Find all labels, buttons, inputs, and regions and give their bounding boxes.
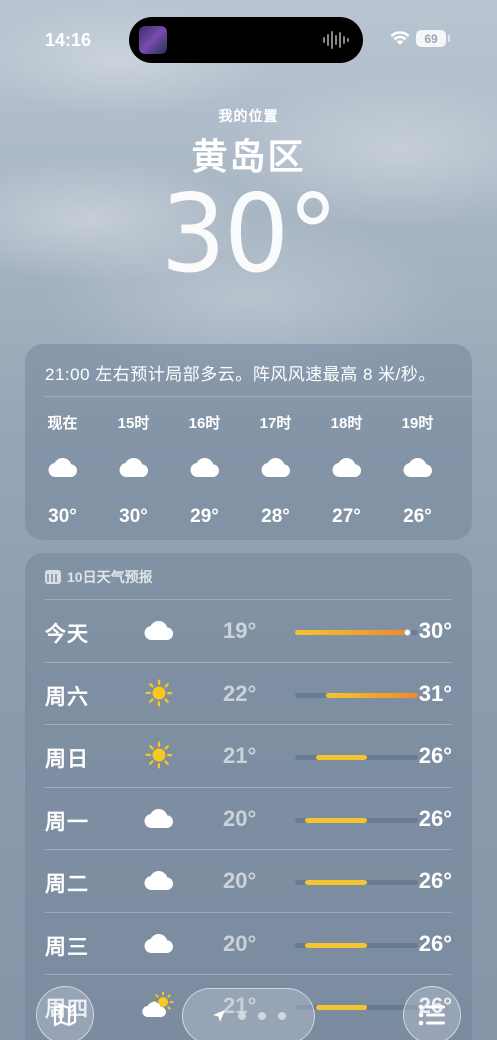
page-dot[interactable] [277, 1012, 286, 1020]
forecast-summary: 21:00 左右预计局部多云。阵风风速最高 8 米/秒。 [45, 365, 436, 384]
day-row[interactable]: 周日 21° 26° [45, 724, 452, 786]
sun-icon [141, 677, 177, 709]
temp-range-fill [315, 755, 367, 760]
temp-range-fill [305, 942, 367, 948]
map-button[interactable] [36, 986, 94, 1040]
partly-sunny-icon [141, 989, 177, 1021]
location-arrow-icon [212, 1010, 225, 1022]
hourly-list[interactable]: 现在 30° 15时 30° 16时 29° 17时 28° 18时 27° 19时 26° [25, 412, 472, 528]
cloud-icon [141, 927, 177, 959]
list-button[interactable] [403, 986, 461, 1040]
day-name: 周二 [45, 873, 89, 896]
day-low: 20° [223, 868, 257, 893]
day-name: 周六 [45, 685, 89, 709]
cloud-icon [47, 442, 79, 492]
day-row[interactable]: 周六 22° 31° [45, 661, 452, 724]
cloud-icon [141, 802, 177, 834]
day-name: 周三 [45, 935, 89, 959]
current-temp-marker [404, 629, 412, 636]
ten-day-forecast-card[interactable]: 10日天气预报 今天 19° 30° 周六 22° 31° 周日 21° 26° 周一 20° 26°… [25, 553, 472, 1040]
temp-range-fill [295, 630, 408, 635]
cloud-icon [118, 442, 150, 492]
hour-item: 现在 30° [27, 412, 98, 528]
ten-day-header: 10日天气预报 [45, 567, 153, 587]
cloud-icon [402, 442, 434, 492]
day-low: 22° [223, 680, 257, 706]
temp-range-fill [315, 1005, 367, 1010]
location-subtitle: 我的位置 [218, 108, 279, 124]
hour-item: 15时 30° [98, 412, 169, 528]
temp-range-fill [305, 880, 367, 885]
page-dot[interactable] [237, 1012, 246, 1020]
day-row[interactable]: 今天 19° 30° [45, 599, 452, 661]
day-high: 26° [418, 930, 452, 956]
audio-waveform-icon [323, 31, 349, 49]
day-low: 20° [223, 805, 257, 831]
hour-label: 18时 [330, 415, 363, 432]
day-name: 周一 [45, 810, 89, 834]
day-high: 26° [418, 805, 452, 831]
hour-item: 18时 27° [311, 412, 382, 528]
status-bar: 14:16 69 [0, 0, 497, 80]
divider [45, 396, 472, 397]
temp-range-fill [325, 692, 418, 698]
hour-label: 19时 [401, 415, 434, 432]
hour-item: 19时 26° [382, 412, 453, 528]
day-row[interactable]: 周三 20° 26° [45, 911, 452, 974]
hour-item: 17时 28° [240, 412, 311, 528]
ten-day-title: 10日天气预报 [67, 569, 153, 585]
list-icon [418, 1004, 445, 1026]
day-high: 26° [418, 868, 452, 893]
temp-range-bar [295, 692, 418, 698]
hour-label: 16时 [188, 415, 221, 432]
cloud-icon [331, 442, 363, 492]
cloud-icon [141, 864, 177, 896]
calendar-icon [45, 570, 61, 584]
map-icon [53, 1003, 77, 1027]
battery-indicator: 69 [416, 30, 450, 47]
day-low: 21° [223, 743, 257, 768]
sun-icon [141, 739, 177, 771]
day-high: 26° [418, 743, 452, 768]
temp-range-bar [295, 629, 418, 636]
page-indicator[interactable] [182, 988, 315, 1040]
day-row[interactable]: 周二 20° 26° [45, 849, 452, 911]
hour-item-partial [453, 412, 472, 528]
dynamic-island[interactable] [129, 17, 363, 63]
day-name: 周日 [45, 748, 89, 771]
day-high: 30° [418, 618, 452, 643]
temp-range-fill [305, 817, 367, 823]
day-name: 今天 [45, 623, 89, 646]
temp-range-bar [295, 755, 418, 760]
hour-temp: 30° [48, 506, 77, 527]
page-dot[interactable] [257, 1012, 266, 1020]
hourly-forecast-card[interactable]: 21:00 左右预计局部多云。阵风风速最高 8 米/秒。 现在 30° 15时 30°… [25, 344, 472, 540]
hour-temp: 30° [119, 506, 148, 527]
hour-temp: 26° [403, 506, 432, 527]
current-temperature: 30° [160, 172, 338, 297]
wifi-icon [390, 31, 410, 45]
temp-range-bar [295, 880, 418, 885]
cloud-icon [189, 442, 221, 492]
hour-temp: 28° [261, 506, 290, 527]
hour-temp: 27° [332, 506, 361, 527]
cloud-icon [141, 614, 177, 646]
day-row[interactable]: 周一 20° 26° [45, 786, 452, 849]
day-high: 31° [418, 680, 452, 706]
hour-label: 现在 [47, 415, 78, 432]
status-time: 14:16 [45, 30, 92, 50]
hour-temp: 29° [190, 506, 219, 527]
now-playing-artwork [139, 26, 167, 54]
temp-range-bar [295, 942, 418, 948]
hour-item: 16时 29° [169, 412, 240, 528]
hour-label: 15时 [117, 415, 150, 432]
hour-label: 17时 [259, 415, 292, 432]
cloud-icon [260, 442, 292, 492]
day-low: 20° [223, 930, 257, 956]
temp-range-bar [295, 817, 418, 823]
day-low: 19° [223, 618, 257, 643]
